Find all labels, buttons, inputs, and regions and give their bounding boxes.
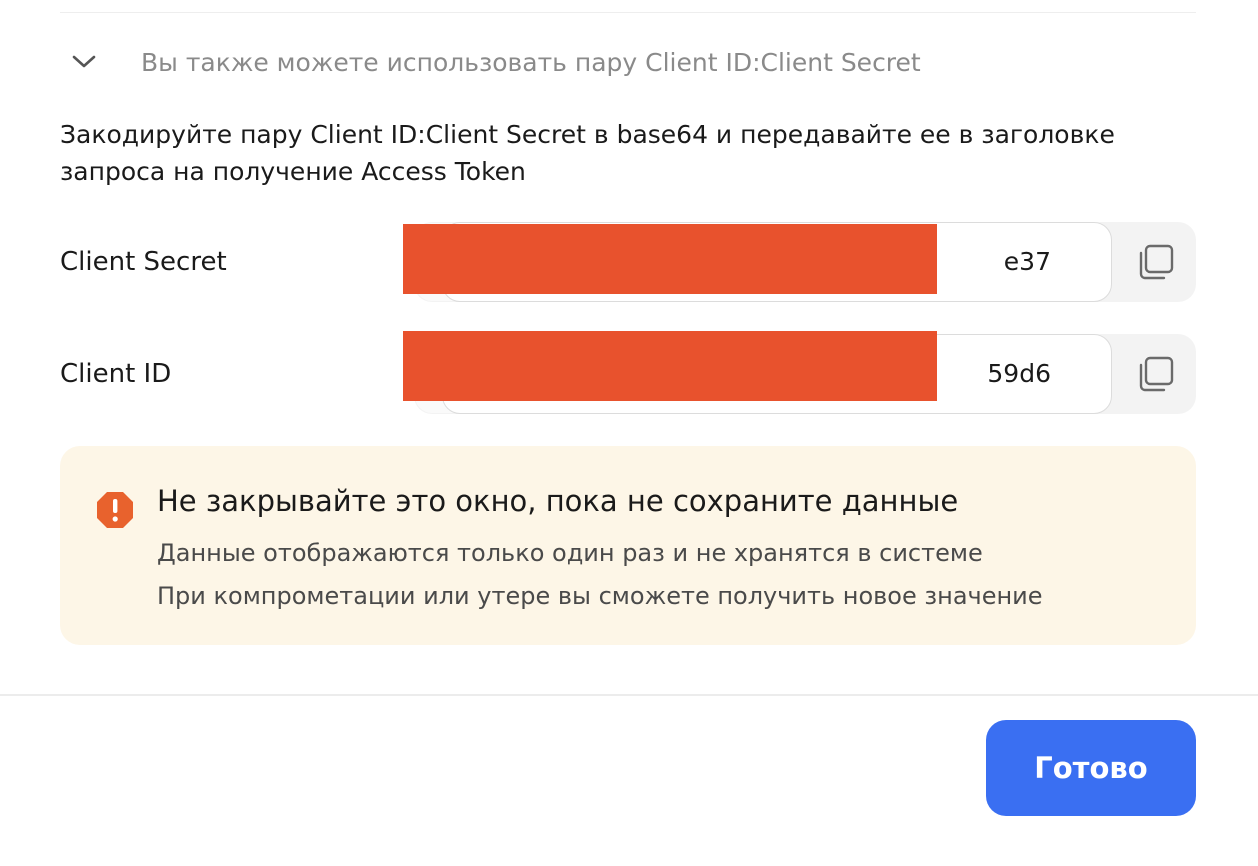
redaction-block	[403, 331, 937, 401]
warning-octagon-icon	[97, 492, 133, 528]
divider	[60, 12, 1196, 13]
description-text: Закодируйте пару Client ID:Client Secret…	[60, 120, 1115, 186]
copy-icon	[1139, 244, 1174, 280]
redaction-block	[403, 224, 937, 294]
chevron-down-icon[interactable]	[60, 38, 108, 86]
client-secret-label: Client Secret	[60, 247, 227, 277]
copy-client-id-button[interactable]	[1116, 334, 1196, 414]
copy-icon	[1139, 356, 1174, 392]
warning-title: Не закрывайте это окно, пока не сохранит…	[157, 484, 959, 518]
copy-client-secret-button[interactable]	[1116, 222, 1196, 302]
credentials-dialog: Вы также можете использовать пару Client…	[0, 0, 1258, 866]
warning-line: Данные отображаются только один раз и не…	[157, 539, 983, 567]
accordion-title: Вы также можете использовать пару Client…	[141, 47, 921, 77]
warning-alert: Не закрывайте это окно, пока не сохранит…	[60, 446, 1196, 645]
done-button[interactable]: Готово	[986, 720, 1196, 816]
accordion-toggle[interactable]: Вы также можете использовать пару Client…	[60, 38, 1196, 86]
warning-line: При компрометации или утере вы сможете п…	[157, 582, 1043, 610]
footer-divider	[0, 694, 1258, 696]
client-id-label: Client ID	[60, 359, 172, 389]
